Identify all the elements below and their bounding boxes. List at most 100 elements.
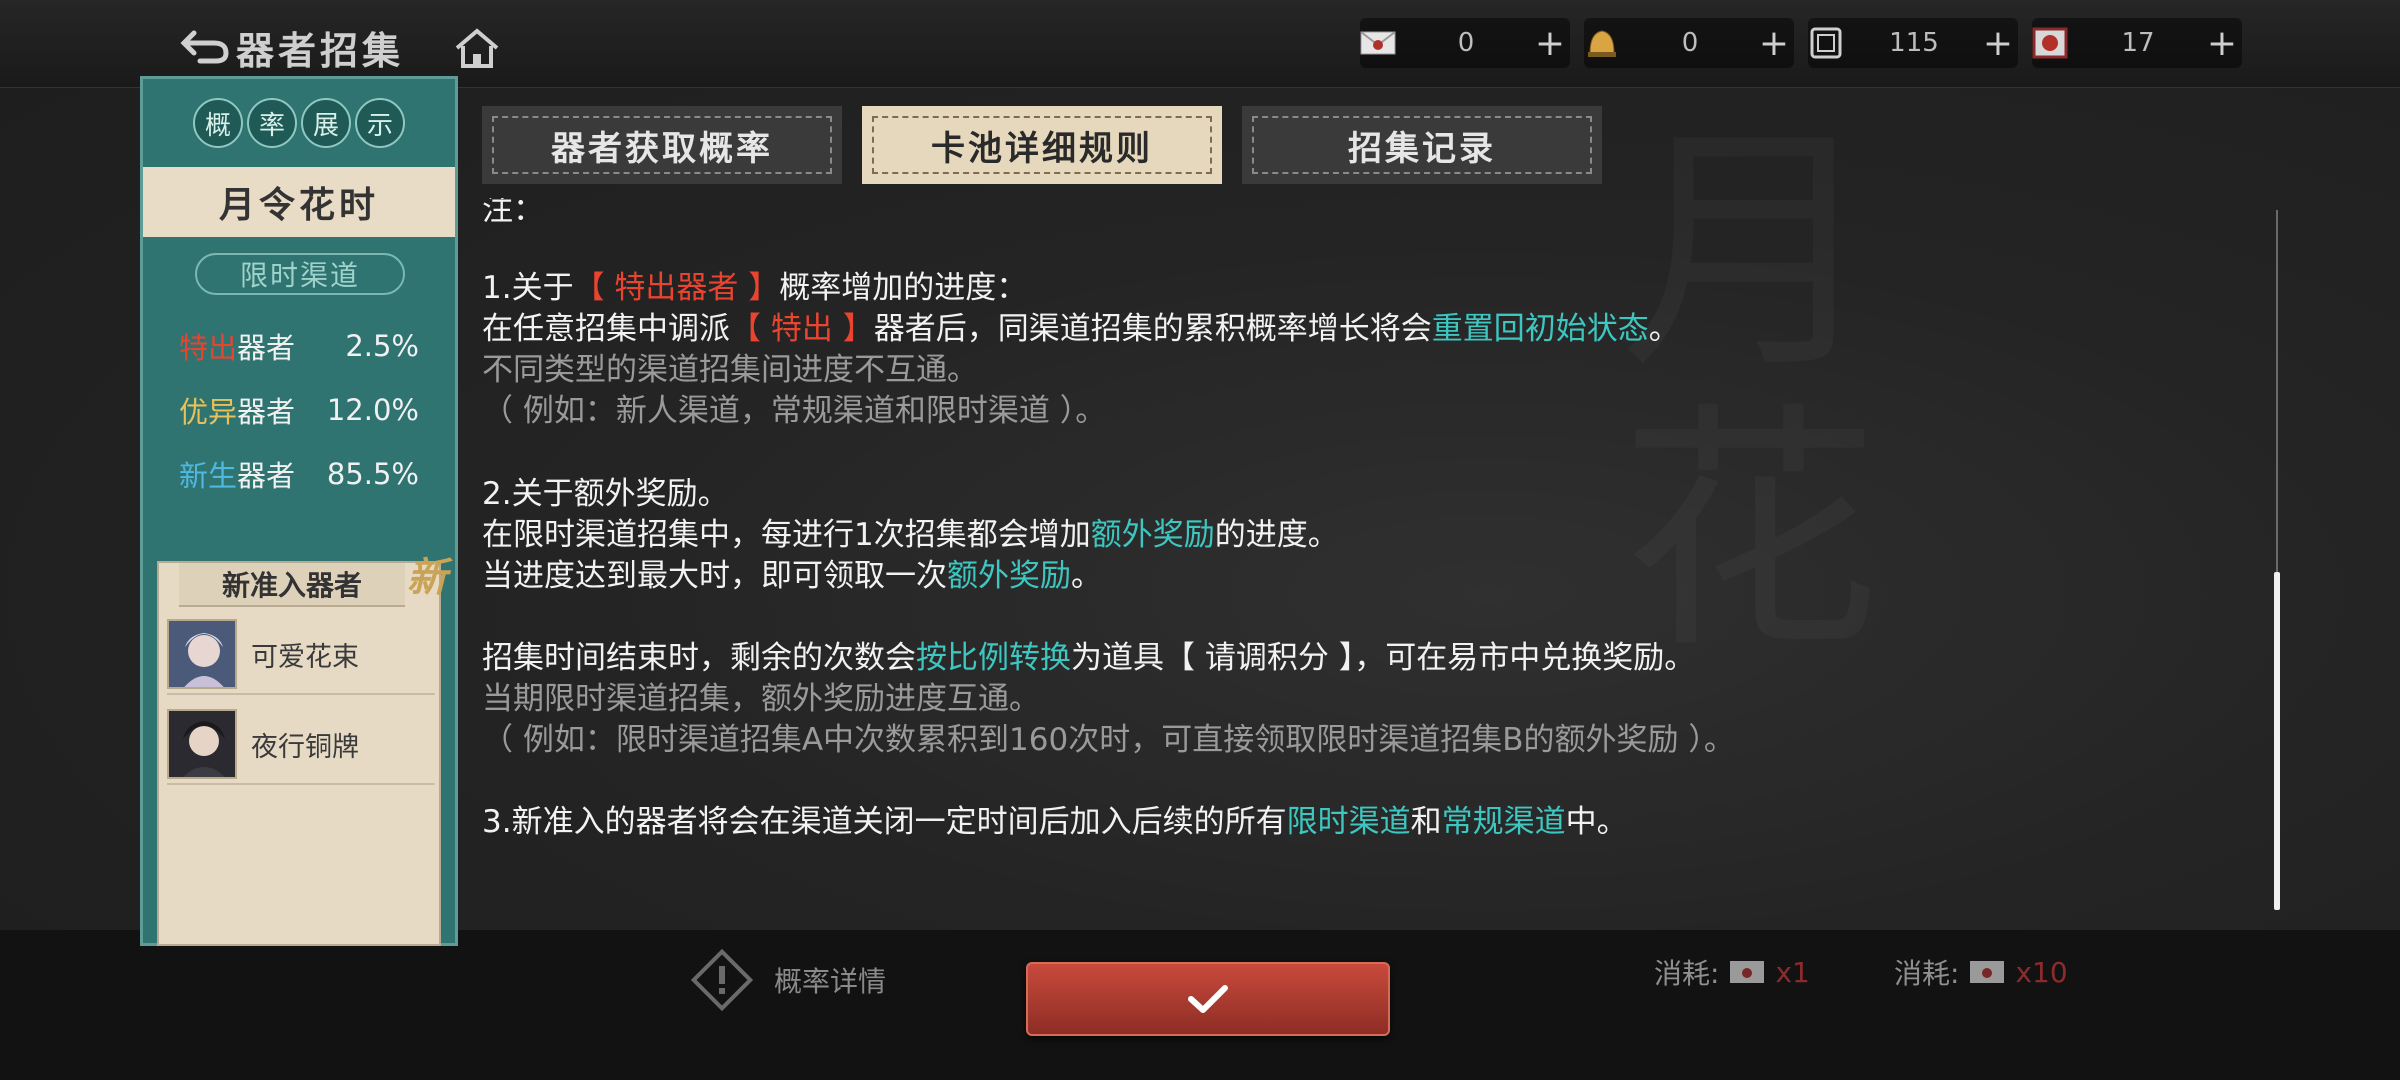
tab-pool-rules[interactable]: 卡池详细规则 — [862, 106, 1222, 184]
highlight-teal: 额外奖励 — [1090, 517, 1215, 553]
letter-icon — [1354, 23, 1402, 63]
add-currency-button[interactable]: + — [1754, 23, 1794, 64]
text-segment: 中。 — [1565, 804, 1628, 840]
header-seal: 示 — [355, 98, 405, 148]
rules-line: 在限时渠道招集中，每进行1次招集都会增加额外奖励的进度。 — [482, 515, 1339, 555]
back-button[interactable] — [178, 22, 234, 68]
text-segment: 器者后，同渠道招集的累积概率增长将会 — [873, 311, 1432, 347]
top-bar: 器者招集 0 + 0 + 115 + 17 + — [0, 0, 2400, 88]
text-segment: 和 — [1410, 804, 1442, 840]
rate-row-excellent: 优异 器者 12.0% — [179, 389, 419, 431]
cost-amount: x10 — [2015, 955, 2068, 989]
rules-content[interactable]: 注： 1.关于【 特出器者 】概率增加的进度： 在任意招集中调派【 特出 】器者… — [482, 198, 2242, 908]
highlight-red: 【 特出 】 — [730, 311, 874, 347]
confirm-button[interactable] — [1026, 962, 1390, 1036]
rules-line: 不同类型的渠道招集间进度不互通。 — [482, 352, 978, 388]
add-currency-button[interactable]: + — [1530, 23, 1570, 64]
rate-percent: 2.5% — [345, 329, 419, 363]
warning-icon — [690, 948, 754, 1012]
cost-amount: x1 — [1775, 955, 1810, 989]
rate-row-special: 特出 器者 2.5% — [179, 325, 419, 367]
single-cost: 消耗: x1 — [1654, 952, 1810, 992]
add-currency-button[interactable]: + — [2202, 23, 2242, 64]
text-segment: 的进度。 — [1214, 517, 1339, 553]
currency-value: 17 — [2121, 28, 2155, 58]
panel-header: 概 率 展 示 — [143, 79, 455, 167]
rules-line: 2.关于额外奖励。 — [482, 476, 729, 512]
rules-line: 招集时间结束时，剩余的次数会按比例转换为道具【 请调积分 】，可在易市中兑换奖励… — [482, 638, 1695, 678]
pool-title: 月令花时 — [143, 167, 455, 237]
text-segment: 1.关于 — [482, 270, 574, 306]
rate-tag: 新生 — [179, 459, 238, 493]
highlight-teal: 按比例转换 — [916, 640, 1071, 676]
rules-line: 在任意招集中调派【 特出 】器者后，同渠道招集的累积概率增长将会重置回初始状态。 — [482, 309, 1680, 349]
rules-line: 3.新准入的器者将会在渠道关闭一定时间后加入后续的所有限时渠道和常规渠道中。 — [482, 802, 1628, 842]
character-name: 可爱花束 — [251, 641, 359, 673]
letter-icon — [1970, 961, 2005, 983]
currency-bell: 0 + — [1584, 18, 1794, 68]
rules-line: （ 例如：新人渠道，常规渠道和限时渠道 ）。 — [482, 393, 1107, 429]
add-currency-button[interactable]: + — [1978, 23, 2018, 64]
cost-label: 消耗: — [1894, 957, 1960, 990]
rate-tag: 优异 — [179, 395, 238, 429]
rules-line: 当期限时渠道招集，额外奖励进度互通。 — [482, 681, 1040, 717]
header-seal: 率 — [247, 98, 297, 148]
currency-value: 0 — [1457, 28, 1475, 58]
text-segment: 3.新准入的器者将会在渠道关闭一定时间后加入后续的所有 — [482, 804, 1287, 840]
home-button[interactable] — [452, 26, 502, 70]
rate-percent: 85.5% — [326, 457, 419, 491]
text-segment: 在任意招集中调派 — [482, 311, 730, 347]
text-segment: 当进度达到最大时，即可领取一次 — [482, 558, 947, 594]
currency-scroll: 115 + — [1808, 18, 2018, 68]
new-characters-title: 新准入器者 — [179, 563, 405, 607]
highlight-teal: 限时渠道 — [1286, 804, 1411, 840]
currency-letter: 0 + — [1360, 18, 1570, 68]
tab-acquire-probability[interactable]: 器者获取概率 — [482, 106, 842, 184]
probability-detail-button[interactable]: 概率详情 — [690, 948, 886, 1012]
screen-title: 器者招集 — [236, 28, 405, 73]
text-segment: 招集时间结束时，剩余的次数会 — [482, 640, 916, 676]
header-seal: 展 — [301, 98, 351, 148]
channel-badge: 限时渠道 — [195, 253, 405, 295]
rate-tag: 特出 — [179, 331, 238, 365]
text-segment: 为道具【 请调积分 】，可在易市中兑换奖励。 — [1071, 640, 1696, 676]
scrollbar-thumb[interactable] — [2274, 572, 2280, 910]
probability-panel: 概 率 展 示 月令花时 限时渠道 特出 器者 2.5% 优异 器者 12.0%… — [140, 76, 458, 946]
character-avatar — [167, 709, 237, 779]
text-segment: 概率增加的进度： — [779, 270, 1028, 306]
rate-kind: 器者 — [237, 331, 296, 365]
highlight-teal: 额外奖励 — [947, 558, 1071, 594]
currency-value: 0 — [1681, 28, 1699, 58]
tab-label: 招集记录 — [1348, 128, 1496, 169]
tab-label: 器者获取概率 — [551, 128, 773, 169]
character-card[interactable]: 夜行铜牌 — [167, 705, 435, 785]
highlight-red: 【 特出器者 】 — [573, 270, 780, 306]
new-characters-box: 新准入器者 新 可爱花束 夜行铜牌 — [157, 554, 447, 946]
header-seal: 概 — [193, 98, 243, 148]
character-avatar — [167, 619, 237, 689]
back-arrow-icon — [180, 30, 229, 64]
cost-label: 消耗: — [1654, 957, 1720, 990]
rate-kind: 器者 — [237, 395, 296, 429]
rate-percent: 12.0% — [326, 393, 419, 427]
rules-line: 1.关于【 特出器者 】概率增加的进度： — [482, 268, 1027, 308]
rate-kind: 器者 — [237, 459, 296, 493]
ten-cost: 消耗: x10 — [1894, 952, 2068, 992]
highlight-teal: 常规渠道 — [1441, 804, 1566, 840]
probability-detail-label: 概率详情 — [774, 965, 887, 998]
tab-label: 卡池详细规则 — [931, 128, 1153, 169]
text-segment: 。 — [1648, 311, 1680, 347]
rate-row-new: 新生 器者 85.5% — [179, 453, 419, 495]
tab-recruit-history[interactable]: 招集记录 — [1242, 106, 1602, 184]
rules-line: 注： — [482, 198, 544, 228]
rules-line: 当进度达到最大时，即可领取一次额外奖励。 — [482, 556, 1102, 596]
currency-value: 115 — [1889, 28, 1939, 58]
character-card[interactable]: 可爱花束 — [167, 615, 435, 695]
ticket-icon — [2026, 23, 2074, 63]
rules-line: （ 例如：限时渠道招集A中次数累积到160次时，可直接领取限时渠道招集B的额外奖… — [482, 722, 1735, 758]
letter-icon — [1730, 961, 1765, 983]
highlight-teal: 重置回初始状态 — [1431, 311, 1649, 347]
bell-icon — [1578, 23, 1626, 63]
currency-ticket: 17 + — [2032, 18, 2242, 68]
new-badge: 新 — [407, 554, 447, 601]
